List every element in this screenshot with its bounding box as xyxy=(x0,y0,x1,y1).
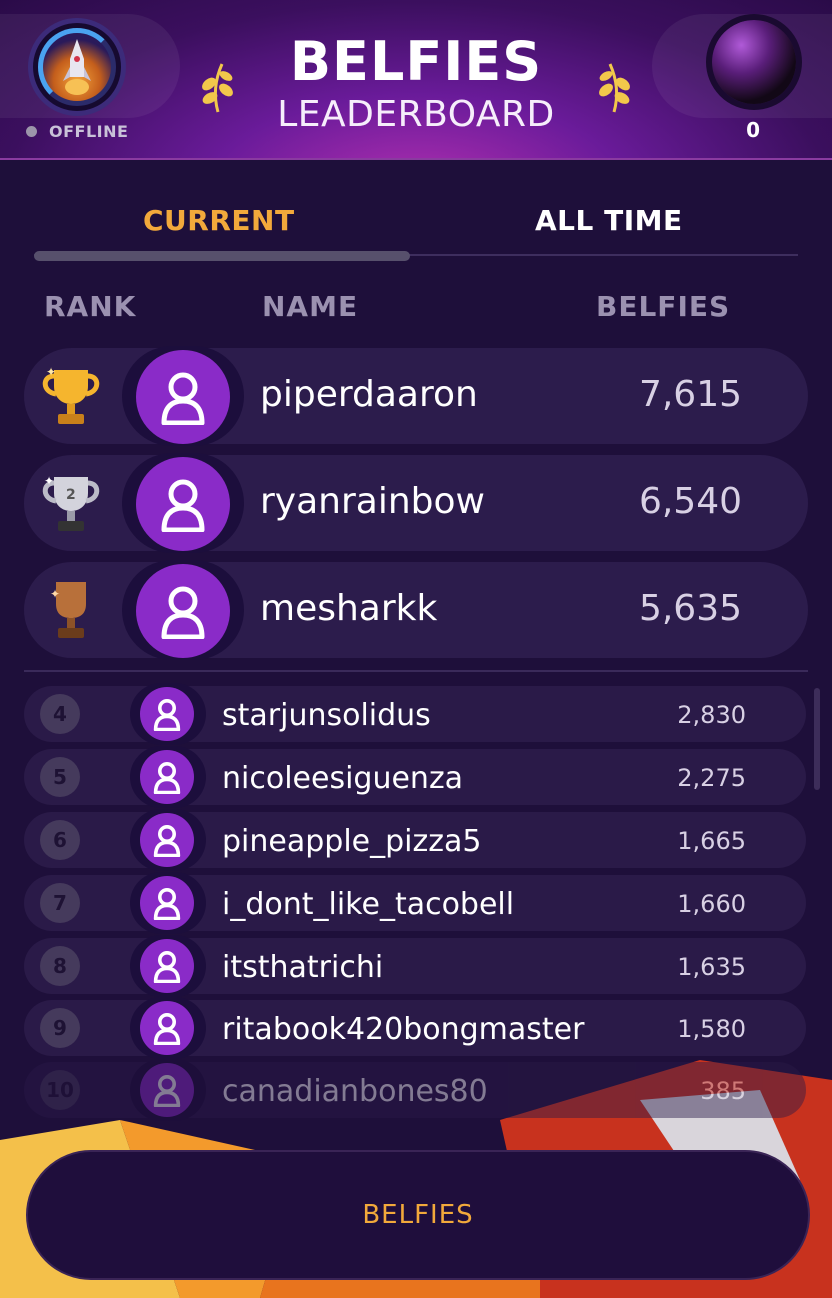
belfies-button[interactable]: BELFIES xyxy=(26,1150,810,1280)
player-name: starjunsolidus xyxy=(222,698,431,733)
column-header-belfies: BELFIES xyxy=(596,290,731,323)
gold-trophy-icon: ✦ xyxy=(42,365,100,424)
column-header-rank: RANK xyxy=(44,290,137,323)
avatar[interactable] xyxy=(140,813,194,867)
svg-text:2: 2 xyxy=(66,487,76,503)
rank-badge: 10 xyxy=(40,1070,80,1110)
player-name: piperdaaron xyxy=(260,374,478,415)
list-item[interactable]: 9 ritabook420bongmaster 1,580 xyxy=(24,997,806,1059)
player-score: 5,635 xyxy=(638,588,742,629)
player-name: pineapple_pizza5 xyxy=(222,824,482,859)
avatar[interactable] xyxy=(136,350,230,444)
rank-badge: 6 xyxy=(40,820,80,860)
player-score: 2,275 xyxy=(677,764,746,792)
avatar[interactable] xyxy=(140,750,194,804)
player-score: 1,635 xyxy=(677,953,746,981)
divider xyxy=(24,670,808,672)
user-icon xyxy=(153,699,181,731)
avatar[interactable] xyxy=(140,1001,194,1055)
player-score: 6,540 xyxy=(638,481,742,522)
player-name: ritabook420bongmaster xyxy=(222,1012,585,1047)
svg-text:✦: ✦ xyxy=(44,474,54,488)
player-name: itsthatrichi xyxy=(222,950,384,985)
user-icon xyxy=(153,1013,181,1045)
tab-current[interactable]: CURRENT xyxy=(143,204,295,237)
avatar[interactable] xyxy=(136,564,230,658)
avatar[interactable] xyxy=(136,457,230,551)
player-score: 1,665 xyxy=(677,827,746,855)
player-score: 1,660 xyxy=(677,890,746,918)
rank-badge: 7 xyxy=(40,883,80,923)
laurel-right-icon xyxy=(599,63,630,113)
tab-all-time[interactable]: ALL TIME xyxy=(535,204,683,237)
silver-trophy-icon: 2 ✦ xyxy=(42,474,100,531)
user-icon xyxy=(161,586,205,639)
rank-badge: 4 xyxy=(40,694,80,734)
laurel-left-icon xyxy=(202,63,233,113)
player-name: nicoleesiguenza xyxy=(222,761,464,796)
list-item[interactable]: 4 starjunsolidus 2,830 xyxy=(24,683,806,745)
player-name: ryanrainbow xyxy=(260,481,485,522)
svg-text:✦: ✦ xyxy=(50,587,60,601)
player-score: 385 xyxy=(700,1077,746,1105)
scrollbar[interactable] xyxy=(814,688,820,790)
leaderboard-row-top[interactable]: ✦ mesharkk 5,635 xyxy=(24,560,808,660)
list-item[interactable]: 5 nicoleesiguenza 2,275 xyxy=(24,746,806,808)
player-name: canadianbones80 xyxy=(222,1074,488,1109)
leaderboard-row-top[interactable]: ✦ piperdaaron 7,615 xyxy=(24,346,808,446)
avatar[interactable] xyxy=(140,687,194,741)
user-icon xyxy=(153,888,181,920)
user-icon xyxy=(161,479,205,532)
player-name: i_dont_like_tacobell xyxy=(222,887,515,922)
player-score: 1,580 xyxy=(677,1015,746,1043)
avatar[interactable] xyxy=(140,1063,194,1117)
leaderboard-row-top[interactable]: 2 ✦ ryanrainbow 6,540 xyxy=(24,453,808,553)
list-item[interactable]: 7 i_dont_like_tacobell 1,660 xyxy=(24,872,806,934)
column-header-name: NAME xyxy=(262,290,359,323)
rank-badge: 9 xyxy=(40,1008,80,1048)
rank-badge: 5 xyxy=(40,757,80,797)
avatar[interactable] xyxy=(140,939,194,993)
user-points: 0 xyxy=(746,118,760,142)
user-photo xyxy=(712,20,796,104)
list-item[interactable]: 10 canadianbones80 385 xyxy=(24,1059,806,1121)
page-subtitle: LEADERBOARD xyxy=(277,94,555,135)
rank-badge: 8 xyxy=(40,946,80,986)
user-avatar[interactable] xyxy=(706,14,802,110)
list-item[interactable]: 8 itsthatrichi 1,635 xyxy=(24,935,806,997)
avatar[interactable] xyxy=(140,876,194,930)
user-icon xyxy=(153,951,181,983)
tab-active-indicator xyxy=(34,251,410,261)
user-icon xyxy=(161,372,205,425)
header: OFFLINE BELFIES LEADERBOARD 0 xyxy=(0,0,832,160)
player-score: 7,615 xyxy=(638,374,742,415)
user-icon xyxy=(153,1075,181,1107)
user-icon xyxy=(153,762,181,794)
bronze-trophy-icon: ✦ xyxy=(50,582,86,638)
user-icon xyxy=(153,825,181,857)
player-score: 2,830 xyxy=(677,701,746,729)
list-item[interactable]: 6 pineapple_pizza5 1,665 xyxy=(24,809,806,871)
svg-text:✦: ✦ xyxy=(46,365,56,379)
player-name: mesharkk xyxy=(260,588,438,629)
